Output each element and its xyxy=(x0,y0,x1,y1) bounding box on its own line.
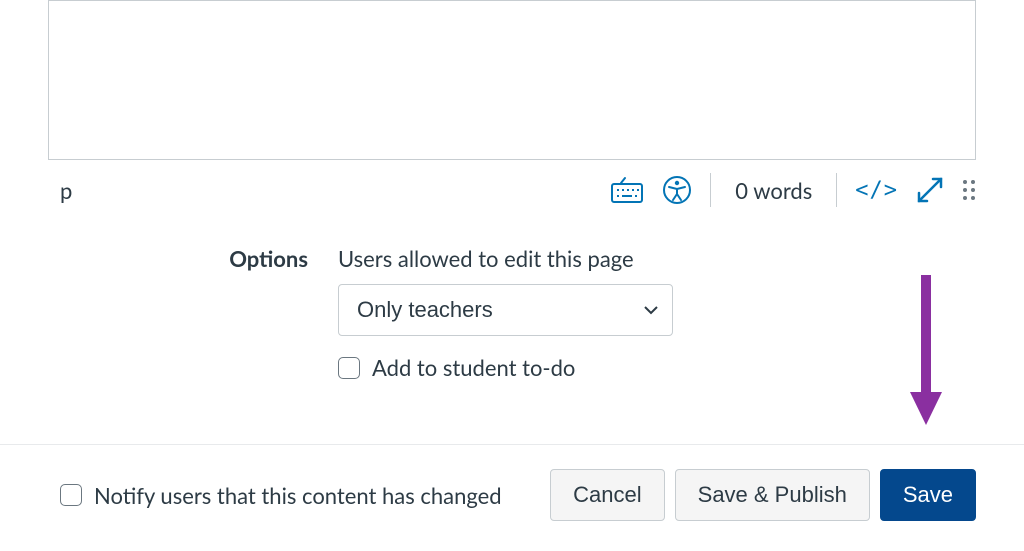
options-heading: Options xyxy=(48,245,308,381)
divider xyxy=(710,173,711,207)
student-todo-checkbox[interactable] xyxy=(338,357,360,379)
word-count[interactable]: 0 words xyxy=(729,177,818,204)
allowed-editors-label: Users allowed to edit this page xyxy=(338,245,976,272)
resize-handle-icon[interactable] xyxy=(962,179,976,201)
student-todo-label: Add to student to-do xyxy=(372,354,575,381)
allowed-editors-select[interactable]: Only teachers xyxy=(338,284,673,336)
save-and-publish-button[interactable]: Save & Publish xyxy=(675,469,870,521)
notify-users-checkbox[interactable] xyxy=(60,484,82,506)
editor-element-path[interactable]: p xyxy=(60,177,72,204)
options-section: Options Users allowed to edit this page … xyxy=(48,245,976,381)
html-editor-toggle[interactable]: </> xyxy=(855,178,898,203)
keyboard-shortcuts-icon[interactable] xyxy=(610,175,644,205)
save-button[interactable]: Save xyxy=(880,469,976,521)
editor-statusbar: p 0 words </> xyxy=(0,160,1024,220)
cancel-button[interactable]: Cancel xyxy=(550,469,664,521)
divider xyxy=(836,173,837,207)
rich-text-editor[interactable] xyxy=(48,0,976,160)
fullscreen-icon[interactable] xyxy=(916,176,944,204)
notify-users-label: Notify users that this content has chang… xyxy=(94,482,502,509)
allowed-editors-selected-value: Only teachers xyxy=(357,297,493,322)
accessibility-checker-icon[interactable] xyxy=(662,175,692,205)
footer-bar: Notify users that this content has chang… xyxy=(0,444,1024,521)
